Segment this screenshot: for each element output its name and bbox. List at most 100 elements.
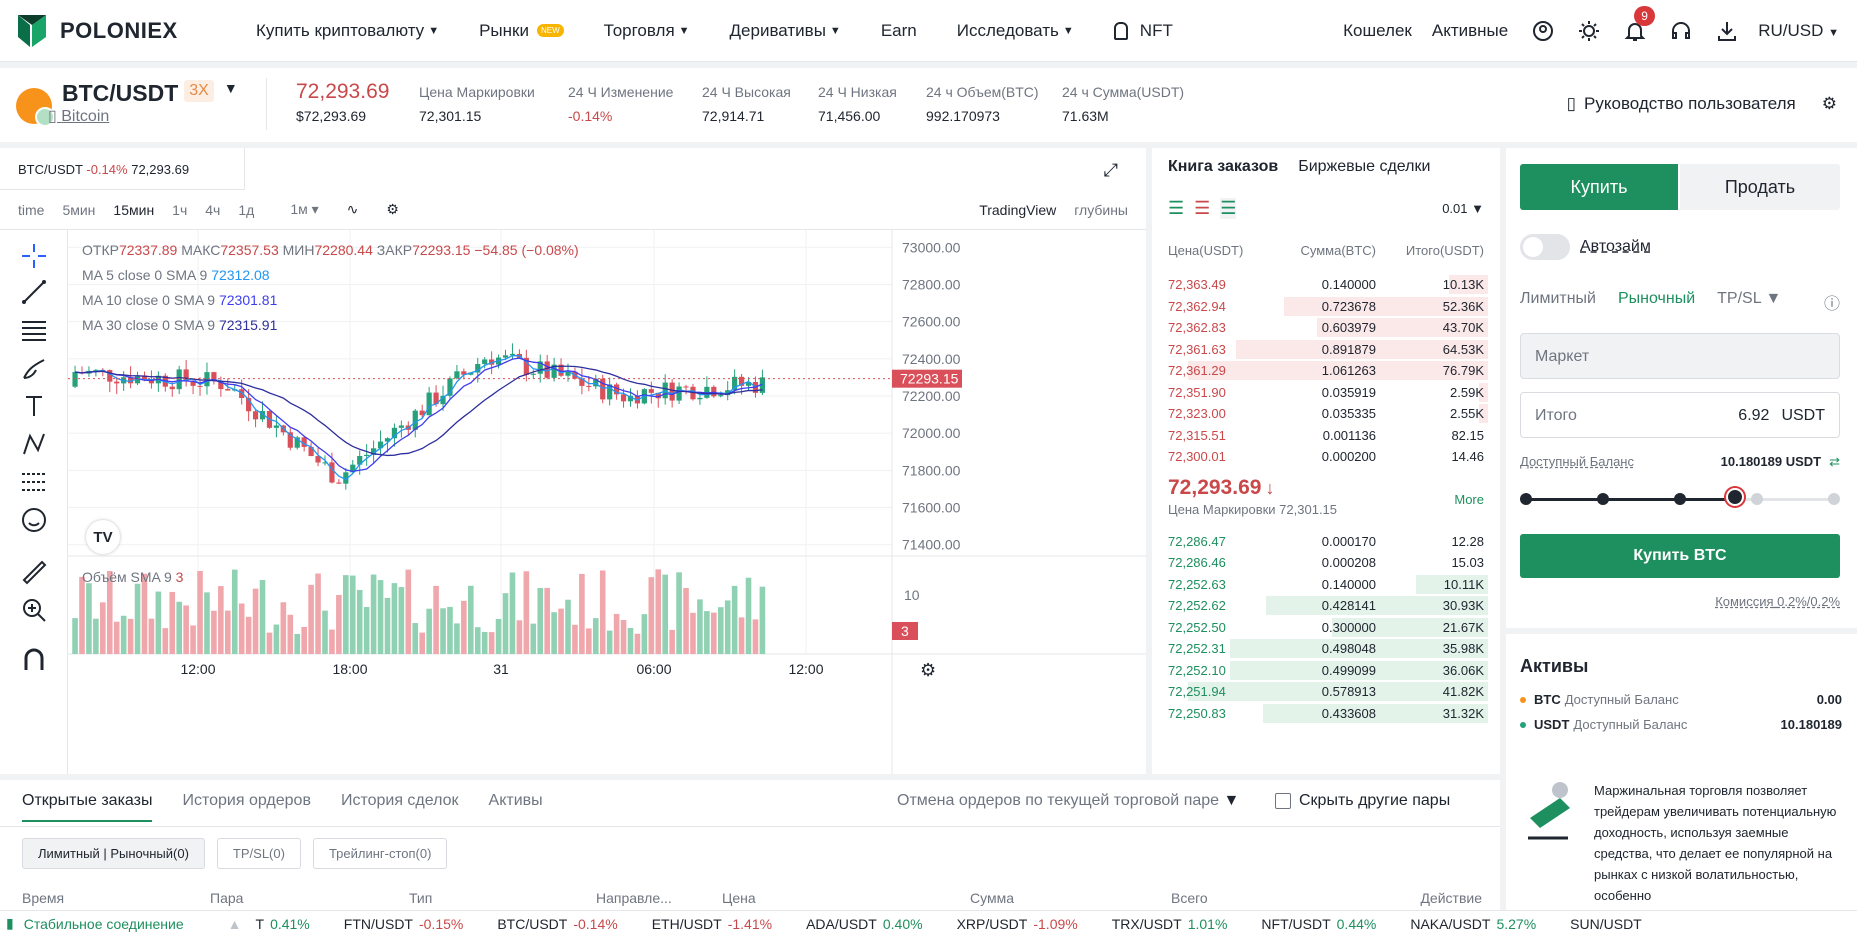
tf-15min[interactable]: 15мин (113, 202, 154, 218)
fee-info[interactable]: Комиссия 0.2%/0.2% (1715, 594, 1840, 609)
chart-pair-tab[interactable]: BTC/USDT -0.14% 72,293.69 (0, 148, 245, 190)
tradingview-logo[interactable]: TV (86, 520, 120, 554)
filter-limit-market[interactable]: Лимитный | Рыночный(0) (22, 838, 205, 869)
ask-row[interactable]: 72,361.29 1.061263 76.79K (1152, 360, 1500, 382)
ask-row[interactable]: 72,362.83 0.603979 43.70K (1152, 317, 1500, 339)
slider-tick[interactable] (1597, 493, 1609, 505)
slider-tick[interactable] (1520, 493, 1532, 505)
user-icon[interactable] (1532, 20, 1554, 42)
tf-1h[interactable]: 1ч (172, 202, 187, 218)
crosshair-icon[interactable] (20, 242, 48, 270)
language-currency-selector[interactable]: RU/USD ▼ (1758, 21, 1839, 41)
nav-explore[interactable]: Исследовать ▼ (957, 21, 1074, 41)
tab-assets[interactable]: Активы (489, 792, 543, 822)
bid-row[interactable]: 72,286.47 0.000170 12.28 (1152, 531, 1500, 553)
fullscreen-icon[interactable]: ⤢ (1104, 160, 1118, 181)
ticker-item[interactable]: ETH/USDT -1.41% (652, 916, 772, 932)
ask-row[interactable]: 72,315.51 0.001136 82.15 (1152, 425, 1500, 447)
ask-row[interactable]: 72,362.94 0.723678 52.36K (1152, 296, 1500, 318)
nav-earn[interactable]: Earn (881, 21, 917, 41)
chart-canvas[interactable]: 73000.00 72800.00 72600.00 72400.00 72200.00… (68, 230, 1146, 774)
indicator-icon[interactable]: ∿ (347, 201, 359, 218)
tf-5min[interactable]: 5мин (62, 202, 95, 218)
book-asks-icon[interactable]: ☰ (1194, 198, 1210, 219)
tab-trade-history[interactable]: История сделок (341, 792, 459, 822)
prediction-icon[interactable] (20, 468, 48, 496)
ask-row[interactable]: 72,300.01 0.000200 14.46 (1152, 446, 1500, 468)
ask-row[interactable]: 72,361.63 0.891879 64.53K (1152, 339, 1500, 361)
axis-settings-icon[interactable]: ⚙ (920, 660, 936, 681)
transfer-icon[interactable]: ⇄ (1829, 454, 1840, 470)
book-bids-icon[interactable]: ☰ (1220, 198, 1237, 219)
settings-gear-icon[interactable]: ⚙ (1822, 94, 1837, 114)
tab-order-history[interactable]: История ордеров (182, 792, 310, 822)
ask-row[interactable]: 72,323.00 0.035335 2.55K (1152, 403, 1500, 425)
tf-time[interactable]: time (18, 202, 44, 218)
bid-row[interactable]: 72,250.83 0.433608 31.32K (1152, 703, 1500, 725)
order-type-tpsl[interactable]: TP/SL ▼ (1717, 290, 1781, 314)
pattern-icon[interactable] (20, 430, 48, 458)
scroll-up-icon[interactable]: ▲ (228, 916, 242, 932)
ticker-item[interactable]: FTN/USDT -0.15% (344, 916, 464, 932)
ticker-item[interactable]: TRX/USDT 1.01% (1112, 916, 1228, 932)
ticker-item[interactable]: NAKA/USDT 5.27% (1410, 916, 1536, 932)
autoloan-toggle[interactable] (1520, 234, 1570, 260)
user-guide-link[interactable]: ▯ Руководство пользователя ⚙ (1567, 94, 1837, 114)
ticker-item[interactable]: ADA/USDT 0.40% (806, 916, 923, 932)
filter-tpsl[interactable]: TP/SL(0) (216, 838, 301, 869)
theme-sun-icon[interactable] (1578, 20, 1600, 42)
ticker-item[interactable]: T 0.41% (256, 916, 310, 932)
tf-1m[interactable]: 1м ▾ (272, 201, 318, 218)
ticker-item[interactable]: SUN/USDT (1570, 916, 1648, 932)
slider-handle[interactable] (1726, 488, 1745, 506)
trend-line-icon[interactable] (20, 278, 48, 306)
bid-row[interactable]: 72,252.31 0.498048 35.98K (1152, 638, 1500, 660)
precision-select[interactable]: 0.01 ▼ (1442, 201, 1484, 216)
tab-market-trades[interactable]: Биржевые сделки (1298, 158, 1430, 176)
cancel-orders-select[interactable]: Отмена ордеров по текущей торговой паре … (897, 792, 1239, 810)
candlestick-chart[interactable]: 73000.00 72800.00 72600.00 72400.00 72200.00… (68, 230, 1146, 774)
bid-row[interactable]: 72,252.62 0.428141 30.93K (1152, 595, 1500, 617)
bell-icon[interactable]: 9 (1624, 5, 1655, 42)
bid-row[interactable]: 72,252.10 0.499099 36.06K (1152, 660, 1500, 682)
order-type-market[interactable]: Рыночный (1618, 290, 1695, 314)
total-field[interactable]: Итого 6.92 USDT (1520, 392, 1840, 438)
bid-row[interactable]: 72,286.46 0.000208 15.03 (1152, 552, 1500, 574)
ask-row[interactable]: 72,351.90 0.035919 2.59K (1152, 382, 1500, 404)
tab-order-book[interactable]: Книга заказов (1168, 158, 1278, 176)
download-icon[interactable] (1716, 20, 1738, 42)
filter-trailing[interactable]: Трейлинг-стоп(0) (312, 838, 448, 869)
nav-assets[interactable]: Активные (1432, 21, 1508, 41)
order-type-limit[interactable]: Лимитный (1520, 290, 1596, 314)
nav-trading[interactable]: Торговля ▼ (604, 21, 690, 41)
sell-tab[interactable]: Продать (1680, 164, 1840, 210)
book-both-icon[interactable]: ☰ (1168, 198, 1184, 219)
slider-tick[interactable] (1751, 493, 1763, 505)
nav-nft[interactable]: NFT (1113, 21, 1173, 41)
slider-tick[interactable] (1828, 493, 1840, 505)
slider-tick[interactable] (1674, 493, 1686, 505)
ruler-icon[interactable] (20, 558, 48, 586)
ask-row[interactable]: 72,363.49 0.140000 10.13K (1152, 274, 1500, 296)
support-headset-icon[interactable] (1670, 20, 1692, 42)
view-depth[interactable]: глубины (1074, 202, 1128, 218)
bid-row[interactable]: 72,251.94 0.578913 41.82K (1152, 681, 1500, 703)
buy-tab[interactable]: Купить (1520, 164, 1678, 210)
fib-lines-icon[interactable] (20, 316, 48, 344)
poloniex-logo[interactable]: POLONIEX (16, 13, 216, 49)
nav-wallet[interactable]: Кошелек (1343, 21, 1412, 41)
bid-row[interactable]: 72,252.63 0.140000 10.11K (1152, 574, 1500, 596)
ticker-item[interactable]: XRP/USDT -1.09% (957, 916, 1078, 932)
ticker-item[interactable]: NFT/USDT 0.44% (1261, 916, 1376, 932)
tf-1d[interactable]: 1д (238, 202, 254, 218)
buy-btc-button[interactable]: Купить BTC (1520, 534, 1840, 578)
more-link[interactable]: More (1454, 492, 1484, 517)
view-tradingview[interactable]: TradingView (979, 202, 1056, 218)
coin-info-link[interactable]: ▯ Bitcoin (48, 106, 109, 126)
text-tool-icon[interactable] (20, 392, 48, 420)
nav-derivatives[interactable]: Деривативы ▼ (730, 21, 841, 41)
bid-row[interactable]: 72,252.50 0.300000 21.67K (1152, 617, 1500, 639)
tab-open-orders[interactable]: Открытые заказы (22, 792, 153, 822)
amount-slider[interactable] (1520, 484, 1840, 514)
tf-4h[interactable]: 4ч (205, 202, 220, 218)
